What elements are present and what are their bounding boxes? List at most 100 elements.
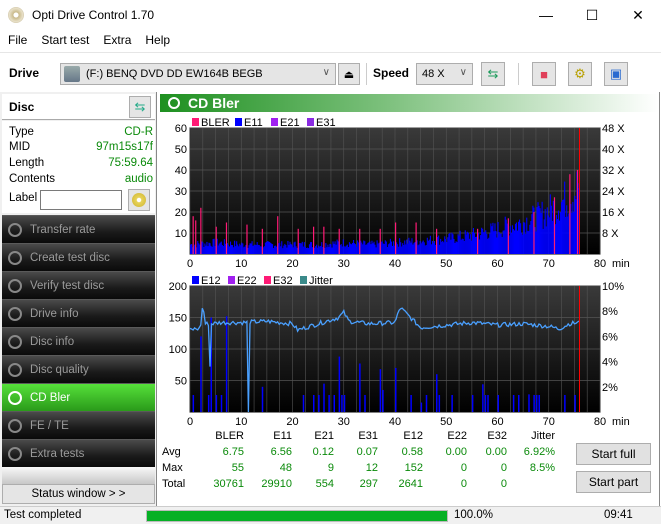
stats-value: 12 bbox=[365, 462, 378, 474]
disc-tool-icon bbox=[8, 222, 22, 237]
e11-bar bbox=[218, 243, 220, 254]
e11-bar bbox=[245, 244, 247, 254]
e11-bar bbox=[447, 237, 449, 254]
chevron-down-icon: ∨ bbox=[459, 67, 467, 78]
stats-row-label: Avg bbox=[162, 446, 181, 458]
nav-item-drive-info[interactable]: Drive info bbox=[2, 299, 155, 327]
y2-tick-label: 40 X bbox=[602, 144, 625, 156]
e11-bar bbox=[378, 242, 380, 254]
legend-swatch bbox=[228, 276, 235, 284]
start-full-button[interactable]: Start full bbox=[576, 443, 651, 465]
speed-select[interactable]: 48 X ∨ bbox=[416, 63, 473, 85]
e11-bar bbox=[289, 241, 291, 254]
status-window-button[interactable]: Status window > > bbox=[2, 484, 155, 504]
e11-bar bbox=[325, 243, 327, 254]
e11-bar bbox=[459, 230, 461, 254]
e11-bar bbox=[235, 246, 237, 254]
save-button[interactable]: ▣ bbox=[604, 62, 628, 86]
e11-bar bbox=[506, 223, 508, 254]
e12-bar bbox=[484, 394, 487, 412]
nav-item-extra-tests[interactable]: Extra tests bbox=[2, 439, 155, 467]
legend-swatch bbox=[235, 118, 242, 126]
e11-bar bbox=[423, 242, 425, 254]
stats-value: 30761 bbox=[213, 478, 244, 490]
drive-icon bbox=[64, 66, 80, 82]
y2-tick-label: 24 X bbox=[602, 186, 625, 198]
nav-item-disc-info[interactable]: Disc info bbox=[2, 327, 155, 355]
nav-item-transfer-rate[interactable]: Transfer rate bbox=[2, 215, 155, 243]
bler-bar bbox=[507, 218, 509, 254]
e11-bar bbox=[341, 246, 343, 254]
menu-extra[interactable]: Extra bbox=[97, 33, 137, 47]
menu-help[interactable]: Help bbox=[139, 33, 176, 47]
e11-bar bbox=[242, 243, 244, 254]
e12-bar bbox=[564, 394, 566, 412]
progress-bar bbox=[146, 510, 448, 522]
e12-bar bbox=[261, 386, 264, 412]
e11-bar bbox=[207, 246, 209, 254]
settings-button[interactable]: ⚙ bbox=[568, 62, 592, 86]
e11-bar bbox=[466, 231, 468, 254]
e11-bar bbox=[365, 244, 367, 254]
e11-bar bbox=[548, 217, 550, 254]
label-field-label: Label bbox=[9, 192, 38, 204]
e11-bar bbox=[387, 244, 389, 254]
minimize-button[interactable]: — bbox=[523, 0, 569, 30]
e11-bar bbox=[451, 232, 453, 254]
e11-bar bbox=[367, 242, 369, 254]
e11-bar bbox=[228, 246, 231, 254]
nav-item-fe-te[interactable]: FE / TE bbox=[2, 411, 155, 439]
e11-bar bbox=[505, 219, 507, 254]
legend-label: E31 bbox=[316, 117, 336, 129]
e11-bar bbox=[419, 241, 421, 254]
menu-start-test[interactable]: Start test bbox=[35, 33, 95, 47]
e11-bar bbox=[438, 235, 440, 254]
x-tick-label: 50 bbox=[440, 416, 452, 428]
write-label-button[interactable] bbox=[128, 189, 150, 211]
e11-bar bbox=[467, 232, 469, 254]
e11-bar bbox=[237, 244, 239, 254]
e11-bar bbox=[382, 243, 384, 254]
start-part-button[interactable]: Start part bbox=[576, 471, 651, 493]
e12-bar bbox=[438, 394, 441, 412]
disc-mid-row: MID 97m15s17f bbox=[9, 141, 153, 153]
y-tick-label: 50 bbox=[175, 376, 187, 388]
nav-item-disc-quality[interactable]: Disc quality bbox=[2, 355, 155, 383]
nav-item-cd-bler[interactable]: CD Bler bbox=[2, 383, 155, 411]
e11-bar bbox=[429, 235, 431, 254]
close-button[interactable]: ✕ bbox=[615, 0, 661, 30]
e11-bar bbox=[303, 242, 305, 254]
e11-bar bbox=[540, 212, 542, 254]
e11-bar bbox=[440, 238, 442, 254]
disc-type-row: Type CD-R bbox=[9, 126, 153, 138]
menu-file[interactable]: File bbox=[2, 33, 33, 47]
erase-button[interactable]: ■ bbox=[532, 62, 556, 86]
eject-button[interactable]: ⏏ bbox=[338, 63, 360, 85]
refresh-speed-button[interactable]: ⇆ bbox=[481, 62, 505, 86]
eject-icon: ⏏ bbox=[343, 68, 355, 81]
e11-bar bbox=[456, 242, 458, 254]
e11-bar bbox=[248, 245, 250, 254]
drive-select[interactable]: (F:) BENQ DVD DD EW164B BEGB ∨ bbox=[60, 63, 336, 85]
nav-item-verify-test-disc[interactable]: Verify test disc bbox=[2, 271, 155, 299]
disc-label-input[interactable] bbox=[40, 190, 122, 210]
e11-bar bbox=[352, 239, 355, 254]
disc-refresh-button[interactable]: ⇆ bbox=[129, 96, 151, 118]
e11-bar bbox=[205, 245, 207, 254]
e11-bar bbox=[497, 222, 499, 254]
speed-label: Speed bbox=[373, 66, 410, 80]
e11-bar bbox=[509, 226, 511, 254]
e11-bar bbox=[445, 239, 447, 254]
disc-tool-icon bbox=[8, 278, 22, 293]
stats-row-label: Max bbox=[162, 462, 183, 474]
stats-column-header: BLER bbox=[215, 430, 244, 442]
bler-bar bbox=[246, 224, 248, 254]
nav-item-create-test-disc[interactable]: Create test disc bbox=[2, 243, 155, 271]
maximize-button[interactable]: ☐ bbox=[569, 0, 615, 30]
left-panel: Disc ⇆ Type CD-R MID 97m15s17f Length 75:59… bbox=[0, 92, 157, 506]
e11-bar bbox=[358, 242, 360, 254]
e11-bar bbox=[288, 244, 290, 254]
bler-bar bbox=[415, 222, 417, 254]
refresh-icon: ⇆ bbox=[487, 66, 499, 81]
e11-bar bbox=[536, 207, 538, 254]
